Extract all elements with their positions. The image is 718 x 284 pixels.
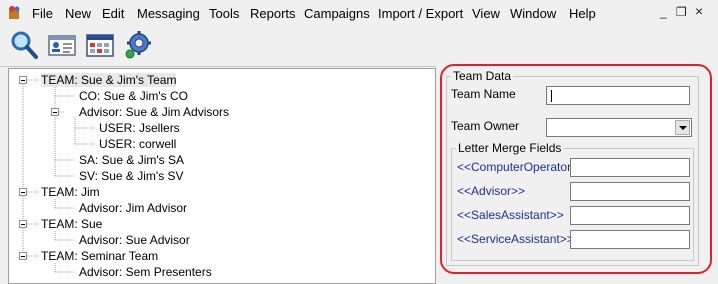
menu-bar: File New Edit Messaging Tools Reports Ca… [0, 0, 718, 26]
text-caret [551, 90, 552, 102]
merge-label-advisor: <<Advisor>> [457, 184, 526, 198]
toolbar [0, 26, 718, 67]
tree-node-sa[interactable]: SA: Sue & Jim's SA [79, 153, 184, 167]
tree-node-co[interactable]: CO: Sue & Jim's CO [79, 89, 188, 103]
advisor-input[interactable] [570, 182, 690, 201]
search-icon[interactable] [8, 29, 40, 61]
tree-node-advisor[interactable]: Advisor: Sem Presenters [79, 265, 212, 279]
tree-node-team[interactable]: TEAM: Seminar Team [41, 249, 158, 263]
collapse-toggle-icon[interactable] [19, 188, 27, 196]
collapse-toggle-icon[interactable] [19, 76, 27, 84]
menu-view[interactable]: View [472, 6, 500, 21]
menu-tools[interactable]: Tools [209, 6, 239, 21]
team-data-title: Team Data [451, 69, 514, 83]
merge-label-sales-assistant: <<SalesAssistant>> [457, 208, 564, 222]
menu-reports[interactable]: Reports [250, 6, 296, 21]
menu-file[interactable]: File [32, 6, 53, 21]
tree-node-team[interactable]: TEAM: Sue & Jim's Team [41, 73, 177, 87]
calendar-grid-icon[interactable] [84, 29, 116, 61]
menu-help[interactable]: Help [569, 6, 596, 21]
collapse-toggle-icon[interactable] [51, 108, 59, 116]
menu-new[interactable]: New [65, 6, 91, 21]
tree-node-advisor[interactable]: Advisor: Jim Advisor [79, 201, 187, 215]
menu-import-export[interactable]: Import / Export [378, 6, 463, 21]
tree-node-user[interactable]: USER: corwell [99, 137, 176, 151]
team-detail-panel: Team Data Team Name Team Owner Letter Me… [436, 66, 718, 282]
collapse-toggle-icon[interactable] [19, 252, 27, 260]
tree-node-user[interactable]: USER: Jsellers [99, 121, 180, 135]
menu-campaigns[interactable]: Campaigns [304, 6, 370, 21]
contact-card-icon[interactable] [46, 29, 78, 61]
tree-node-advisor[interactable]: Advisor: Sue & Jim Advisors [79, 105, 229, 119]
tree-node-team[interactable]: TEAM: Sue [41, 217, 102, 231]
tree-node-sv[interactable]: SV: Sue & Jim's SV [79, 169, 184, 183]
tree-node-advisor[interactable]: Advisor: Sue Advisor [79, 233, 190, 247]
computer-operator-input[interactable] [570, 158, 690, 177]
minimize-icon[interactable]: _ [660, 5, 667, 19]
team-name-input[interactable] [546, 86, 690, 105]
sales-assistant-input[interactable] [570, 206, 690, 225]
menu-messaging[interactable]: Messaging [137, 6, 200, 21]
chevron-down-icon[interactable] [675, 120, 690, 135]
service-assistant-input[interactable] [570, 230, 690, 249]
merge-label-service-assistant: <<ServiceAssistant>> [457, 232, 574, 246]
tree-node-team[interactable]: TEAM: Jim [41, 185, 100, 199]
team-tree[interactable]: TEAM: Sue & Jim's Team CO: Sue & Jim's C… [8, 68, 436, 284]
close-icon[interactable]: × [695, 3, 703, 19]
letter-merge-title: Letter Merge Fields [456, 141, 564, 155]
merge-label-computer-operator: <<ComputerOperator>> [457, 160, 586, 174]
restore-icon[interactable]: ❐ [676, 5, 687, 19]
menu-edit[interactable]: Edit [102, 6, 124, 21]
team-name-label: Team Name [451, 87, 516, 101]
team-owner-dropdown[interactable] [546, 118, 692, 137]
app-logo-icon[interactable] [6, 5, 22, 21]
menu-window[interactable]: Window [510, 6, 556, 21]
settings-gear-icon[interactable] [122, 29, 154, 61]
collapse-toggle-icon[interactable] [19, 220, 27, 228]
team-owner-label: Team Owner [451, 119, 520, 133]
